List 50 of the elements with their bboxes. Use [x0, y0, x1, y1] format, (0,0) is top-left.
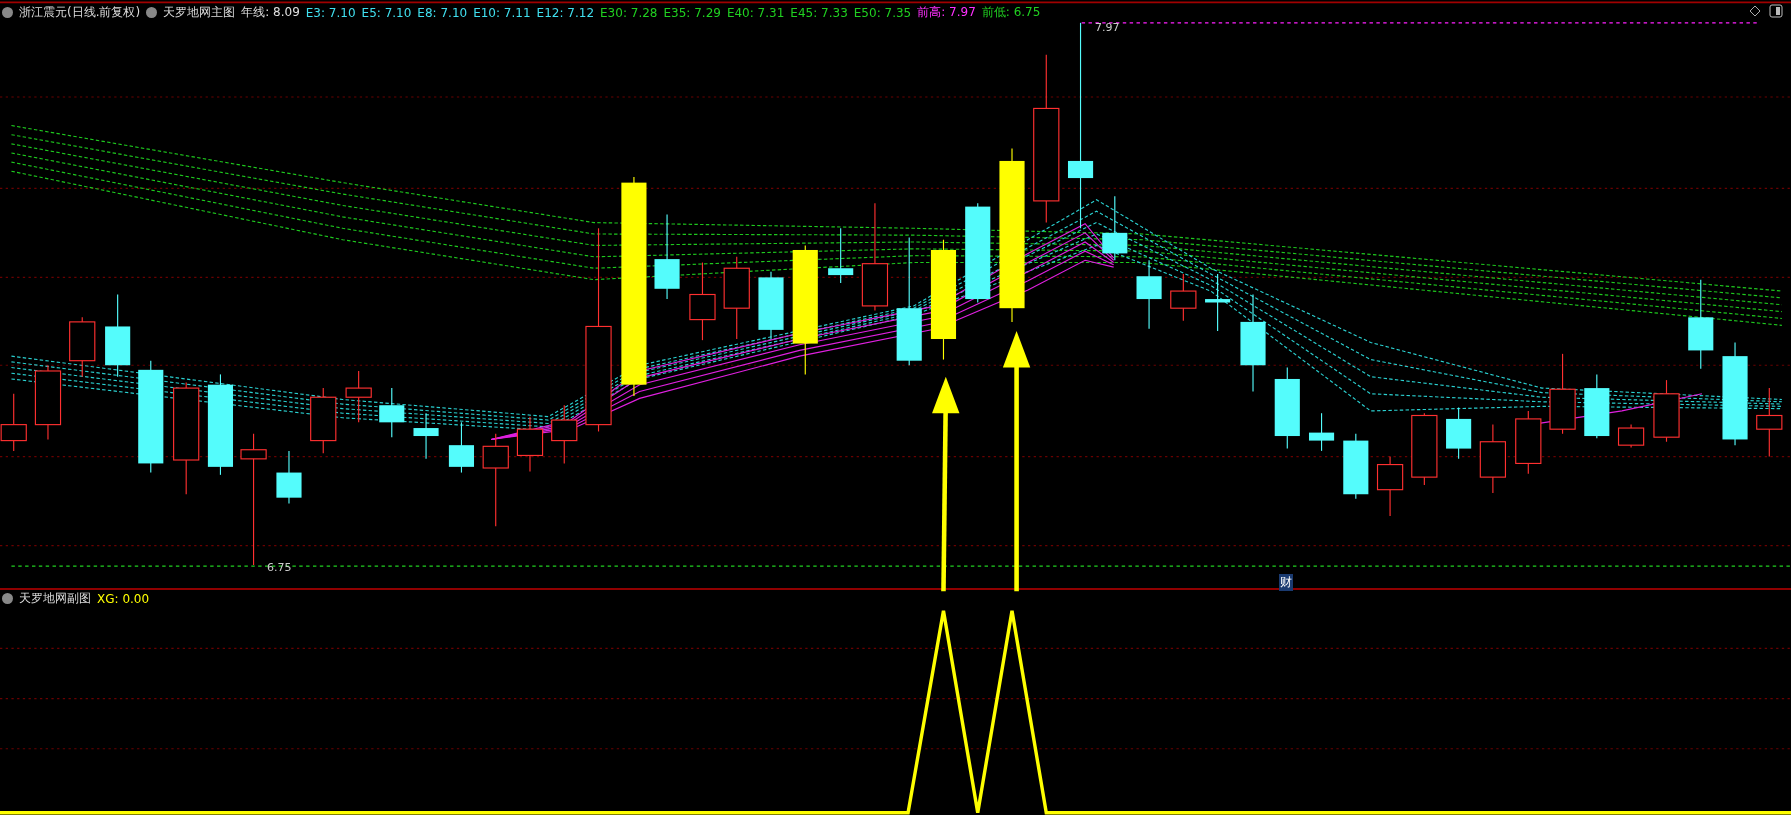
diamond-icon[interactable]: [1749, 5, 1761, 17]
candlestick: [1617, 424, 1645, 448]
indicator-reading: E12: 7.12: [536, 5, 595, 20]
candlestick: [345, 370, 372, 423]
candlestick: [448, 421, 474, 474]
candlestick: [310, 387, 337, 454]
indicator-reading: E45: 7.33: [790, 5, 848, 20]
indicator-reading: E8: 7.10: [417, 5, 468, 20]
candlestick: [1653, 379, 1680, 443]
stock-name: 浙江震元(日线.前复权): [19, 4, 141, 21]
dropdown-icon[interactable]: [2, 7, 13, 18]
finance-marker[interactable]: 财: [1279, 574, 1293, 591]
indicator-name: 天罗地网副图: [19, 590, 91, 607]
candlestick: [1205, 273, 1231, 332]
indicator-reading: E10: 7.11: [473, 5, 531, 20]
candlestick: [1584, 373, 1610, 439]
candlestick: [1343, 433, 1369, 500]
candlestick: [551, 404, 578, 464]
candlestick: [516, 416, 544, 472]
candlestick: [1756, 387, 1783, 458]
indicator-reading: XG: 0.00: [97, 591, 150, 606]
candlestick: [1136, 259, 1162, 330]
indicator-reading: 前高: 7.97: [917, 4, 976, 21]
candlestick: [1102, 195, 1128, 261]
indicator-reading: E30: 7.28: [600, 5, 658, 20]
panel-toggle-icon[interactable]: [1769, 4, 1783, 18]
candlestick: [828, 227, 854, 284]
candlestick: [379, 387, 405, 438]
indicator-reading: E35: 7.29: [663, 5, 721, 20]
low-price-label: 6.75: [267, 561, 292, 574]
indicator-reading: E40: 7.31: [726, 5, 785, 20]
indicator-reading: 年线: 8.09: [241, 4, 300, 21]
candlestick: [1170, 273, 1197, 322]
candlestick: [758, 271, 784, 340]
indicator-reading: E50: 7.35: [853, 5, 912, 20]
candlestick: [1309, 412, 1335, 452]
indicator-reading: E3: 7.10: [305, 5, 356, 20]
candlestick: [1376, 456, 1404, 517]
candlestick: [1515, 410, 1542, 475]
high-price-label: 7.97: [1095, 21, 1120, 34]
indicator-reading: 前低: 6.75: [981, 4, 1041, 21]
indicator-reading: E5: 7.10: [361, 5, 412, 20]
candlestick: [413, 412, 439, 460]
candlestick: [276, 450, 302, 504]
indicator-name: 天罗地网主图: [163, 4, 236, 21]
candlestick: [69, 316, 96, 378]
dropdown-icon[interactable]: [2, 593, 13, 604]
candlestick: [1446, 406, 1472, 460]
candlestick: [1479, 424, 1506, 494]
dropdown-icon[interactable]: [146, 7, 158, 18]
